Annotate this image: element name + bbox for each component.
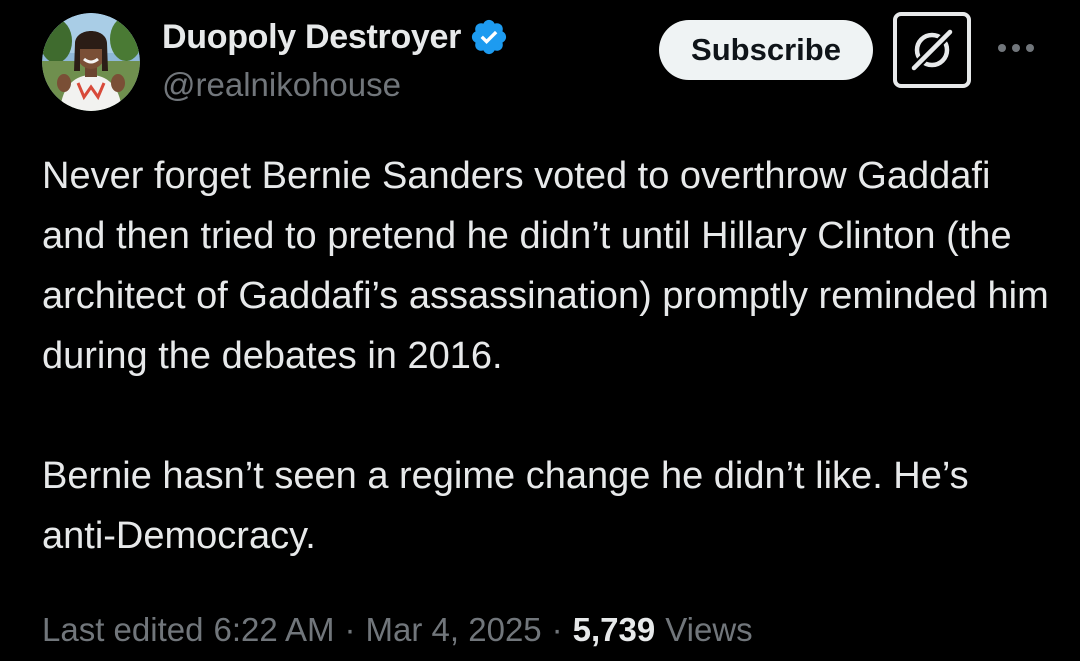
tweet-meta: Last edited 6:22 AM · Mar 4, 2025 · 5,73… [42,603,753,657]
views-count[interactable]: 5,739 [573,611,656,649]
author-name-row[interactable]: Duopoly Destroyer [162,14,509,60]
separator-dot: · [551,611,563,648]
separator-dot: · [344,611,356,648]
tweet-date[interactable]: Mar 4, 2025 [366,611,542,649]
edited-label[interactable]: Last edited [42,611,203,649]
more-icon [998,44,1034,52]
subscribe-button[interactable]: Subscribe [659,20,873,80]
tweet-time[interactable]: 6:22 AM [213,611,334,649]
author-handle[interactable]: @realnikohouse [162,66,401,104]
verified-badge-icon [469,17,509,57]
views-label[interactable]: Views [665,611,752,649]
more-options-button[interactable] [995,30,1037,66]
tweet-paragraph: Bernie hasn’t seen a regime change he di… [42,455,969,557]
tweet-header: Duopoly Destroyer @realnikohouse Subscri… [0,0,1080,130]
author-display-name[interactable]: Duopoly Destroyer [162,18,461,57]
tweet-paragraph: Never forget Bernie Sanders voted to ove… [42,155,1049,377]
grok-icon [910,28,954,72]
avatar[interactable] [42,13,140,111]
grok-button[interactable] [893,12,971,88]
avatar-image [42,13,140,111]
tweet-text: Never forget Bernie Sanders voted to ove… [42,146,1052,566]
